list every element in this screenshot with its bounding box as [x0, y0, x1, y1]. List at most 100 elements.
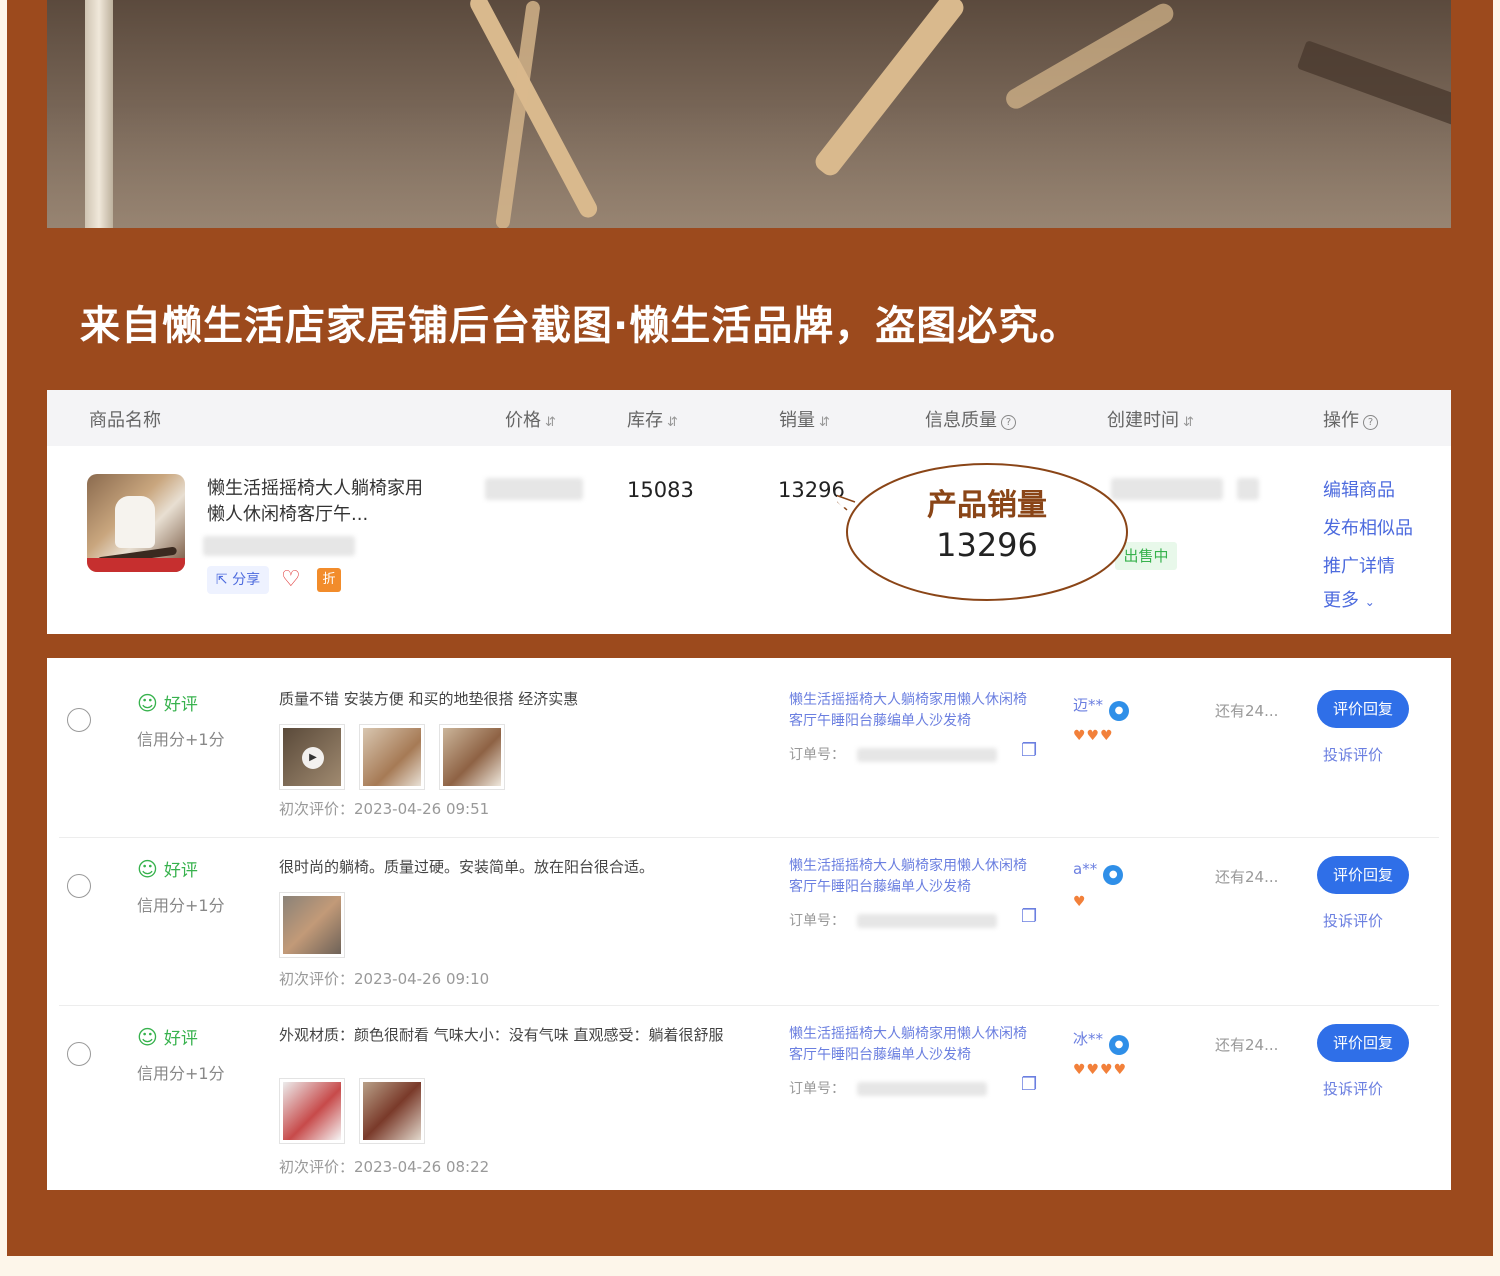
header-sales[interactable]: 销量 ⇵	[779, 406, 830, 432]
buyer-hearts: ♥	[1073, 894, 1087, 910]
review-video[interactable]: ▶	[279, 724, 345, 790]
header-sales-label: 销量	[779, 410, 815, 431]
credit-label: 信用分+1分	[137, 896, 225, 915]
review-checkbox[interactable]	[67, 708, 91, 732]
reviews-panel: ☺ 好评 信用分+1分 质量不错 安装方便 和买的地垫很搭 经济实惠 ▶ 初次评价…	[47, 658, 1451, 1190]
review-image[interactable]	[439, 724, 505, 790]
discount-badge: 折	[317, 568, 341, 592]
blurred-order-number	[857, 748, 997, 762]
sort-icon: ⇵	[819, 415, 830, 430]
photo-chair-leg	[1002, 0, 1177, 113]
share-icon: ⇱	[215, 572, 228, 588]
copy-icon[interactable]: ❐	[1021, 740, 1037, 761]
review-checkbox[interactable]	[67, 1042, 91, 1066]
first-review-time: 初次评价：2023-04-26 08:22	[279, 1158, 490, 1176]
complain-review-link[interactable]: 投诉评价	[1323, 910, 1383, 931]
header-price[interactable]: 价格 ⇵	[505, 406, 556, 432]
callout-title: 产品销量	[927, 488, 1047, 523]
buyer-name: a** ●	[1073, 860, 1124, 885]
product-link[interactable]: 懒生活摇摇椅大人躺椅家用懒人休闲椅客厅午睡阳台藤编单人沙发椅	[789, 856, 1039, 898]
credit-label: 信用分+1分	[137, 730, 225, 749]
header-name: 商品名称	[89, 410, 161, 431]
favorite-heart-icon[interactable]: ♡	[281, 568, 301, 592]
buyer-text: 冰**	[1073, 1030, 1104, 1048]
reply-review-button[interactable]: 评价回复	[1317, 856, 1409, 894]
review-image[interactable]	[279, 892, 345, 958]
review-content: 质量不错 安装方便 和买的地垫很搭 经济实惠	[279, 690, 579, 708]
header-created[interactable]: 创建时间 ⇵	[1107, 406, 1194, 432]
chevron-down-icon: ⌄	[1364, 595, 1375, 609]
review-pictures	[279, 892, 359, 958]
share-label: 分享	[232, 572, 261, 588]
review-image[interactable]	[279, 1078, 345, 1144]
order-label: 订单号：	[789, 747, 845, 763]
review-row: ☺ 好评 信用分+1分 外观材质：颜色很耐看 气味大小：没有气味 直观感受：躺着很…	[47, 1006, 1451, 1190]
header-price-label: 价格	[505, 410, 541, 431]
header-stock-label: 库存	[627, 410, 663, 431]
banner-caption: 来自懒生活店家居铺后台截图·懒生活品牌，盗图必究。	[80, 303, 1081, 349]
buyer-name: 冰** ●	[1073, 1028, 1130, 1055]
sort-icon: ⇵	[545, 415, 556, 430]
reply-review-button[interactable]: 评价回复	[1317, 690, 1409, 728]
product-link[interactable]: 懒生活摇摇椅大人躺椅家用懒人休闲椅客厅午睡阳台藤编单人沙发椅	[789, 1024, 1039, 1066]
blurred-order-number	[857, 914, 997, 928]
product-link[interactable]: 懒生活摇摇椅大人躺椅家用懒人休闲椅客厅午睡阳台藤编单人沙发椅	[789, 690, 1039, 732]
help-icon[interactable]: ?	[1363, 415, 1378, 430]
product-thumbnail[interactable]	[87, 474, 185, 572]
remaining-time: 还有24...	[1215, 868, 1279, 886]
header-stock[interactable]: 库存 ⇵	[627, 406, 678, 432]
buyer-hearts: ♥♥♥	[1073, 728, 1114, 744]
copy-icon[interactable]: ❐	[1021, 1074, 1037, 1095]
buyer-level-icon: ●	[1103, 865, 1124, 885]
more-menu[interactable]: 更多 ⌄	[1323, 586, 1375, 612]
copy-icon[interactable]: ❐	[1021, 906, 1037, 927]
product-panel: 商品名称 价格 ⇵ 库存 ⇵ 销量 ⇵ 信息质量? 创建时间 ⇵ 操作? 懒生活摇摇椅大…	[47, 390, 1451, 634]
header-ops-label: 操作	[1323, 410, 1359, 431]
review-image[interactable]	[359, 724, 425, 790]
share-button[interactable]: ⇱ 分享	[207, 566, 269, 594]
sort-icon: ⇵	[1183, 415, 1194, 430]
rating-text: 好评	[163, 695, 198, 715]
buyer-level-icon: ●	[1109, 701, 1130, 721]
review-content: 外观材质：颜色很耐看 气味大小：没有气味 直观感受：躺着很舒服	[279, 1026, 724, 1044]
edit-product-link[interactable]: 编辑商品	[1323, 476, 1395, 502]
smile-icon: ☺	[137, 691, 158, 715]
review-image[interactable]	[359, 1078, 425, 1144]
credit-label: 信用分+1分	[137, 1064, 225, 1083]
rating-label: ☺ 好评	[137, 1024, 198, 1049]
publish-similar-link[interactable]: 发布相似品	[1323, 514, 1413, 540]
help-icon[interactable]: ?	[1001, 415, 1016, 430]
smile-icon: ☺	[137, 857, 158, 881]
review-content: 很时尚的躺椅。质量过硬。安装简单。放在阳台很合适。	[279, 858, 655, 876]
review-checkbox[interactable]	[67, 874, 91, 898]
header-created-label: 创建时间	[1107, 410, 1179, 431]
complain-review-link[interactable]: 投诉评价	[1323, 744, 1383, 765]
blurred-created-time	[1237, 478, 1259, 500]
header-ops: 操作?	[1323, 406, 1378, 432]
photo-floor	[47, 108, 1451, 228]
buyer-hearts: ♥♥♥♥	[1073, 1062, 1128, 1078]
promotion-details-link[interactable]: 推广详情	[1323, 552, 1395, 578]
reply-review-button[interactable]: 评价回复	[1317, 1024, 1409, 1062]
review-row: ☺ 好评 信用分+1分 很时尚的躺椅。质量过硬。安装简单。放在阳台很合适。 初次评…	[47, 838, 1451, 1006]
more-label: 更多	[1323, 590, 1359, 611]
sales-value: 13296	[778, 478, 845, 502]
order-label: 订单号：	[789, 913, 845, 929]
review-row: ☺ 好评 信用分+1分 质量不错 安装方便 和买的地垫很搭 经济实惠 ▶ 初次评价…	[47, 658, 1451, 838]
table-header: 商品名称 价格 ⇵ 库存 ⇵ 销量 ⇵ 信息质量? 创建时间 ⇵ 操作?	[47, 390, 1451, 446]
buyer-text: 迈**	[1073, 696, 1104, 714]
photo-pillar	[85, 0, 113, 228]
buyer-text: a**	[1073, 860, 1098, 878]
product-name-link[interactable]: 懒生活摇摇椅大人躺椅家用懒人休闲椅客厅午...	[207, 476, 437, 528]
blurred-order-number	[857, 1082, 987, 1096]
rating-text: 好评	[163, 861, 198, 881]
stock-value: 15083	[627, 478, 694, 502]
play-icon: ▶	[302, 747, 324, 769]
complain-review-link[interactable]: 投诉评价	[1323, 1078, 1383, 1099]
sort-icon: ⇵	[667, 415, 678, 430]
remaining-time: 还有24...	[1215, 1036, 1279, 1054]
remaining-time: 还有24...	[1215, 702, 1279, 720]
smile-icon: ☺	[137, 1025, 158, 1049]
header-quality-label: 信息质量	[925, 410, 997, 431]
blurred-product-id	[203, 536, 355, 556]
